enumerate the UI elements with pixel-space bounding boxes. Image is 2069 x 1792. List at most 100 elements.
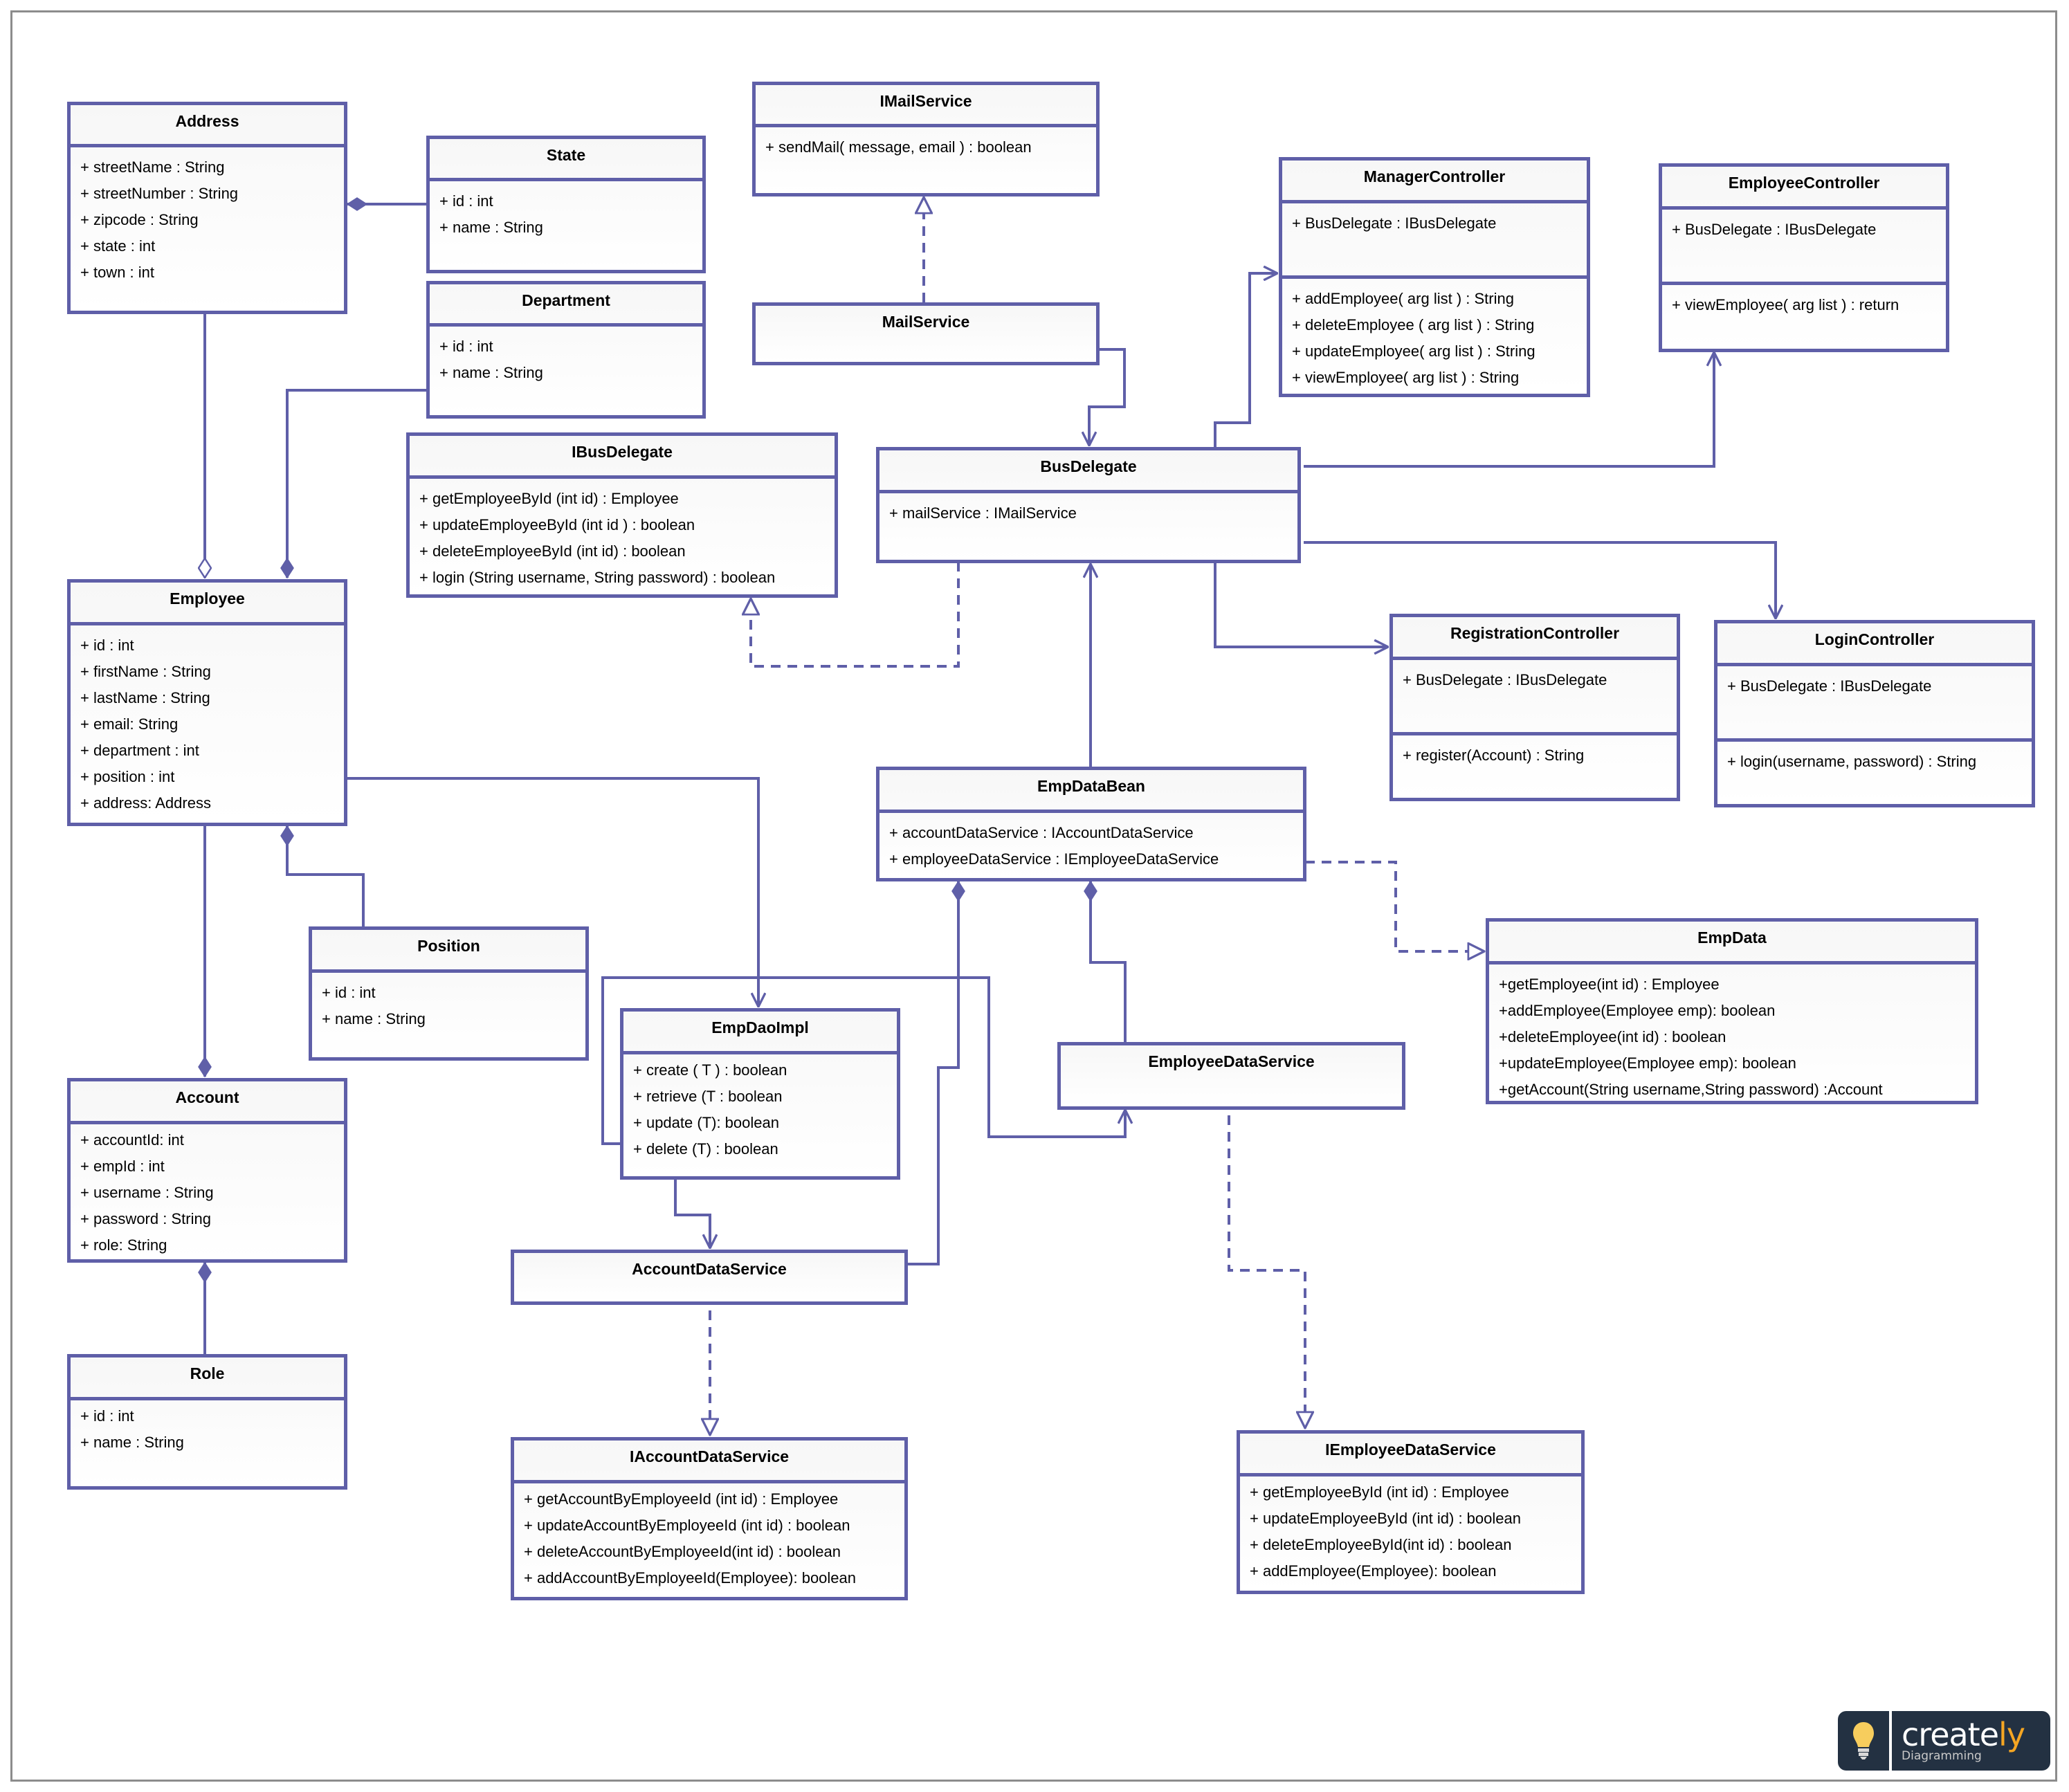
creately-logo[interactable]: creately Diagramming xyxy=(1838,1711,2050,1771)
attributes-section: + BusDelegate : IBusDelegate xyxy=(1393,660,1677,732)
brand-main: create xyxy=(1902,1716,1999,1753)
operations-section: + getEmployeeById (int id) : Employee + … xyxy=(410,479,835,591)
class-title: RegistrationController xyxy=(1393,617,1677,660)
class-employee[interactable]: Employee + id : int + firstName : String… xyxy=(67,579,347,826)
operation: + viewEmployee( arg list ) : return xyxy=(1672,296,1899,313)
attributes-section: + BusDelegate : IBusDelegate xyxy=(1717,666,2032,738)
class-title: Employee xyxy=(71,583,344,625)
operation: + getAccountByEmployeeId (int id) : Empl… xyxy=(524,1490,839,1508)
operation: + delete (T) : boolean xyxy=(633,1140,778,1158)
class-state[interactable]: State + id : int + name : String xyxy=(426,136,706,273)
attribute: + id : int xyxy=(80,637,134,654)
attribute: + accountDataService : IAccountDataServi… xyxy=(889,824,1194,841)
attribute: + employeeDataService : IEmployeeDataSer… xyxy=(889,850,1219,868)
attribute: + name : String xyxy=(439,364,543,381)
class-ibusdelegate[interactable]: IBusDelegate + getEmployeeById (int id) … xyxy=(406,432,838,598)
class-position[interactable]: Position + id : int + name : String xyxy=(309,926,589,1061)
class-title: IMailService xyxy=(756,85,1096,127)
operation: + getEmployeeById (int id) : Employee xyxy=(1250,1483,1509,1501)
class-title: EmpDaoImpl xyxy=(623,1012,897,1054)
operation: + deleteAccountByEmployeeId(int id) : bo… xyxy=(524,1543,841,1560)
class-empdaoimpl[interactable]: EmpDaoImpl + create ( T ) : boolean + re… xyxy=(620,1008,900,1180)
brand-accent: ly xyxy=(1998,1716,2025,1753)
operations-section: + viewEmployee( arg list ) : return xyxy=(1662,282,1946,318)
connector-busdelegate-logincontroller xyxy=(1304,541,1776,619)
class-accountdataservice[interactable]: AccountDataService xyxy=(511,1250,908,1305)
class-iemployeedataservice[interactable]: IEmployeeDataService + getEmployeeById (… xyxy=(1237,1430,1585,1594)
attribute: + id : int xyxy=(439,338,493,355)
attribute: + BusDelegate : IBusDelegate xyxy=(1672,221,1877,238)
attribute: + accountId: int xyxy=(80,1131,184,1149)
attributes-section: + streetName : String + streetNumber : S… xyxy=(71,147,344,286)
connector-department-employee xyxy=(287,389,426,578)
operation: + updateAccountByEmployeeId (int id) : b… xyxy=(524,1517,850,1534)
class-department[interactable]: Department + id : int + name : String xyxy=(426,281,706,419)
class-iaccountdataservice[interactable]: IAccountDataService + getAccountByEmploy… xyxy=(511,1437,908,1600)
operations-section: + addEmployee( arg list ) : String + del… xyxy=(1282,275,1587,391)
operations-section: + sendMail( message, email ) : boolean xyxy=(756,127,1096,161)
attribute: + department : int xyxy=(80,742,199,759)
class-title: EmpDataBean xyxy=(879,770,1303,813)
attribute: + position : int xyxy=(80,768,175,785)
class-role[interactable]: Role + id : int + name : String xyxy=(67,1354,347,1490)
attributes-section: + accountId: int + empId : int + usernam… xyxy=(71,1124,344,1259)
creately-wordmark: creately Diagramming xyxy=(1892,1719,2025,1762)
attribute: + streetName : String xyxy=(80,158,225,176)
attributes-section: + BusDelegate : IBusDelegate xyxy=(1282,203,1587,275)
connector-employeedataservice-empdatabean xyxy=(1091,881,1127,1042)
operation: + create ( T ) : boolean xyxy=(633,1061,787,1079)
class-account[interactable]: Account + accountId: int + empId : int +… xyxy=(67,1078,347,1263)
class-empdatabean[interactable]: EmpDataBean + accountDataService : IAcco… xyxy=(876,767,1306,881)
class-title: MailService xyxy=(882,313,970,331)
class-title: Department xyxy=(430,284,702,327)
class-registrationcontroller[interactable]: RegistrationController + BusDelegate : I… xyxy=(1389,614,1680,801)
class-title: IEmployeeDataService xyxy=(1240,1434,1581,1476)
attribute: + id : int xyxy=(322,984,376,1001)
connector-empdaoimpl-accountdataservice xyxy=(674,1178,710,1248)
attributes-section: + id : int + name : String xyxy=(71,1400,344,1456)
operation: + updateEmployeeById (int id ) : boolean xyxy=(419,516,695,533)
operations-section: + getEmployeeById (int id) : Employee + … xyxy=(1240,1476,1581,1584)
class-busdelegate[interactable]: BusDelegate + mailService : IMailService xyxy=(876,447,1301,563)
class-title: EmpData xyxy=(1489,922,1975,964)
attribute: + id : int xyxy=(80,1407,134,1425)
operation: + register(Account) : String xyxy=(1403,747,1585,764)
attribute: + town : int xyxy=(80,264,155,281)
class-employeecontroller[interactable]: EmployeeController + BusDelegate : IBusD… xyxy=(1659,163,1949,352)
operation: +addEmployee(Employee emp): boolean xyxy=(1499,1002,1776,1019)
operation: + getEmployeeById (int id) : Employee xyxy=(419,490,679,507)
connector-employeedataservice-iemployeedataservice xyxy=(1228,1115,1305,1428)
class-title: AccountDataService xyxy=(632,1260,787,1278)
operation: + retrieve (T : boolean xyxy=(633,1088,783,1105)
class-employeedataservice[interactable]: EmployeeDataService xyxy=(1057,1042,1405,1110)
operation: + updateEmployeeById (int id) : boolean xyxy=(1250,1510,1521,1527)
attribute: + lastName : String xyxy=(80,689,210,706)
operations-section: +getEmployee(int id) : Employee +addEmpl… xyxy=(1489,964,1975,1103)
connector-accountdataservice-empdatabean xyxy=(906,881,958,1265)
class-title: IAccountDataService xyxy=(514,1441,904,1483)
class-title: State xyxy=(430,139,702,181)
attribute: + id : int xyxy=(439,192,493,210)
class-mailservice[interactable]: MailService xyxy=(752,302,1100,365)
class-address[interactable]: Address + streetName : String + streetNu… xyxy=(67,102,347,314)
attribute: + name : String xyxy=(322,1010,426,1027)
class-title: EmployeeController xyxy=(1662,167,1946,210)
class-title: ManagerController xyxy=(1282,161,1587,203)
class-managercontroller[interactable]: ManagerController + BusDelegate : IBusDe… xyxy=(1279,157,1590,397)
operation: + deleteEmployeeById(int id) : boolean xyxy=(1250,1536,1512,1553)
attributes-section: + id : int + name : String xyxy=(430,181,702,241)
operation: +getEmployee(int id) : Employee xyxy=(1499,976,1720,993)
class-title: EmployeeDataService xyxy=(1148,1052,1315,1070)
class-logincontroller[interactable]: LoginController + BusDelegate : IBusDele… xyxy=(1714,620,2035,807)
class-title: BusDelegate xyxy=(879,450,1297,493)
class-empdata[interactable]: EmpData +getEmployee(int id) : Employee … xyxy=(1486,918,1978,1104)
operation: + addEmployee( arg list ) : String xyxy=(1292,290,1514,307)
attribute: + BusDelegate : IBusDelegate xyxy=(1727,677,1932,695)
class-title: Account xyxy=(71,1081,344,1124)
class-imailservice[interactable]: IMailService + sendMail( message, email … xyxy=(752,82,1100,196)
attribute: + name : String xyxy=(439,219,543,236)
attributes-section: + accountDataService : IAccountDataServi… xyxy=(879,813,1303,872)
operation: +updateEmployee(Employee emp): boolean xyxy=(1499,1054,1796,1072)
operation: + viewEmployee( arg list ) : String xyxy=(1292,369,1520,386)
connector-busdelegate-managercontroller xyxy=(1214,273,1277,447)
